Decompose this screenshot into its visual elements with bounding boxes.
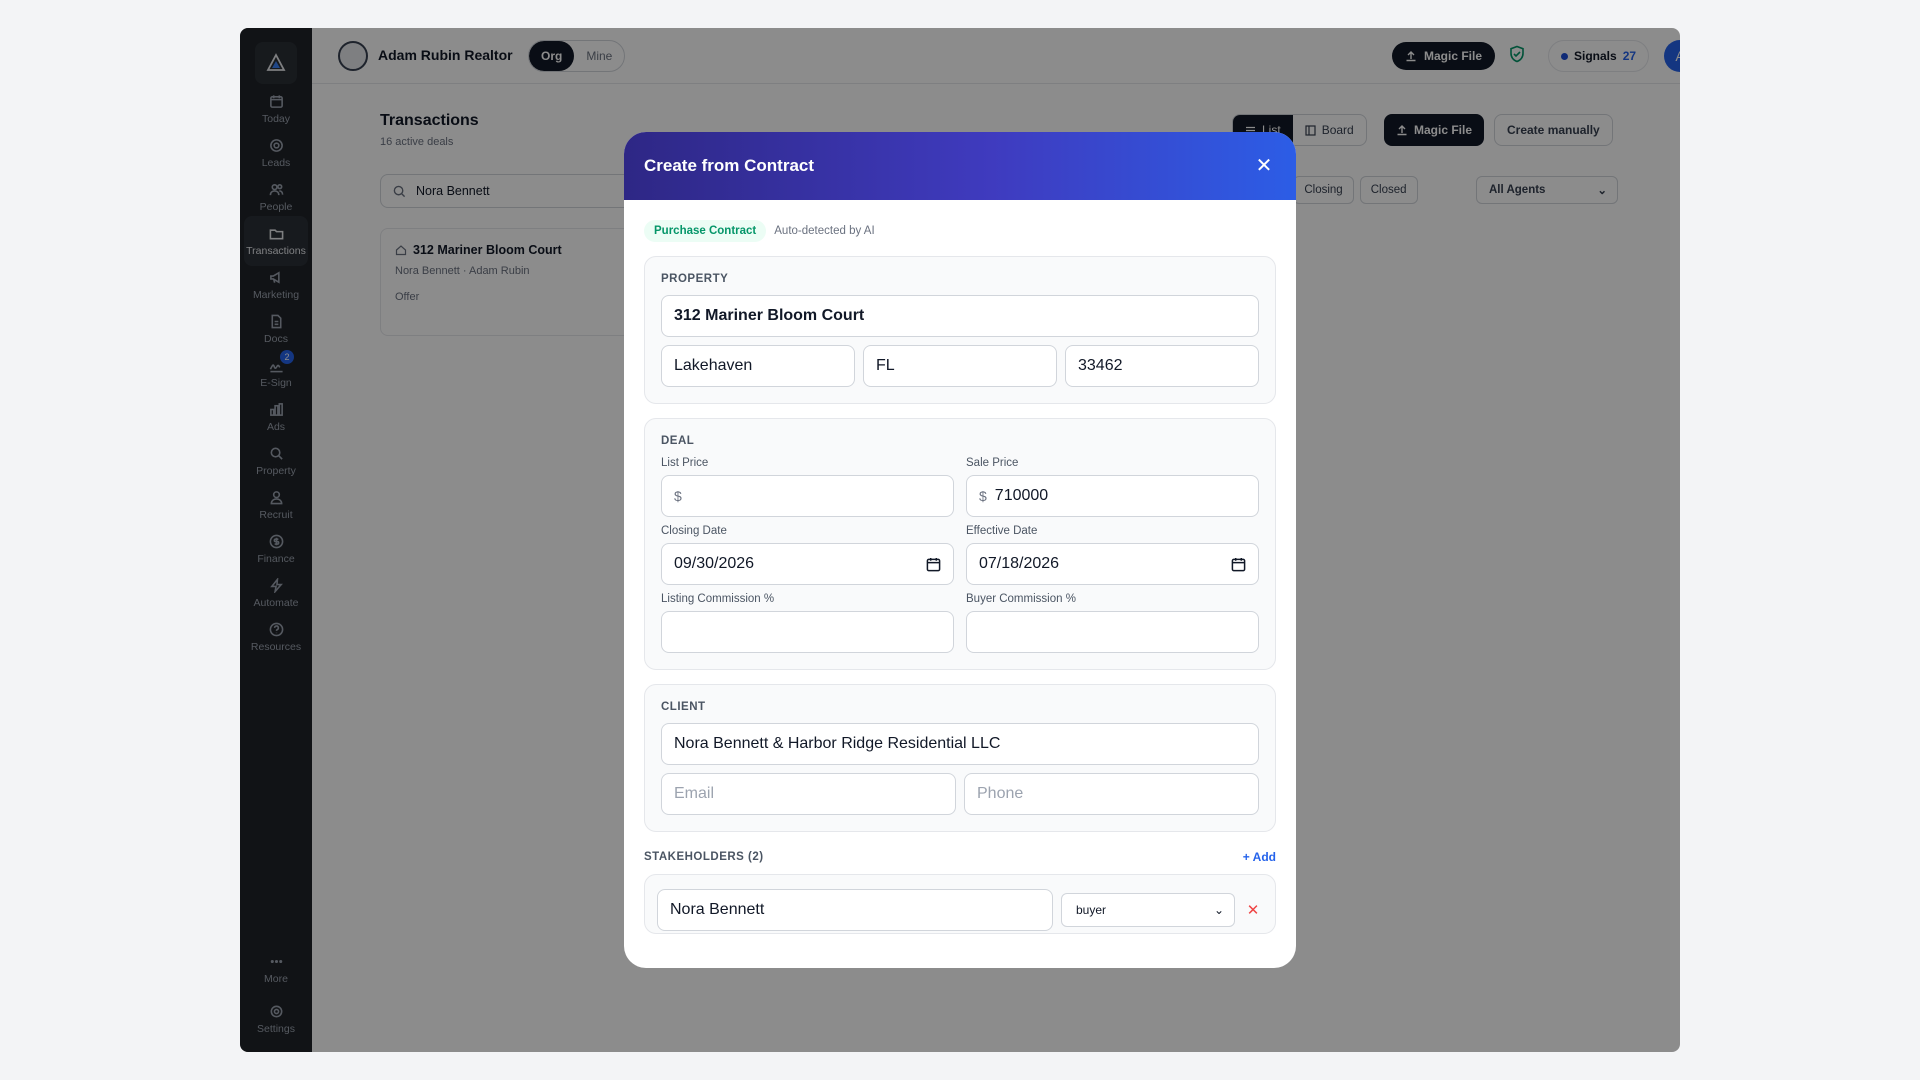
modal-header: Create from Contract ✕ — [624, 132, 1296, 200]
stakeholder-role-select[interactable]: buyer ⌄ — [1061, 893, 1235, 927]
property-section: PROPERTY 312 Mariner Bloom Court Lakehav… — [644, 256, 1276, 404]
currency-symbol: $ — [979, 488, 987, 504]
currency-symbol: $ — [674, 488, 682, 504]
client-contact-row: Email Phone — [661, 773, 1259, 815]
address-field[interactable]: 312 Mariner Bloom Court — [661, 295, 1259, 337]
list-price-field[interactable]: $ — [661, 475, 954, 517]
calendar-icon[interactable] — [1231, 557, 1246, 572]
buyer-commission-label: Buyer Commission % — [966, 593, 1076, 605]
create-from-contract-modal: Create from Contract ✕ Purchase Contract… — [624, 132, 1296, 968]
city-field[interactable]: Lakehaven — [661, 345, 855, 387]
list-price-label: List Price — [661, 457, 709, 469]
app-window: Today Leads People Transactions Marketin… — [240, 28, 1680, 1052]
client-heading: CLIENT — [661, 701, 706, 713]
doc-type-badge: Purchase Contract — [644, 220, 767, 242]
zip-field[interactable]: 33462 — [1065, 345, 1259, 387]
effective-date-value: 07/18/2026 — [979, 555, 1060, 572]
stakeholder-row: Nora Bennett buyer ⌄ ✕ — [644, 874, 1276, 934]
closing-date-label: Closing Date — [661, 525, 727, 537]
detect-note: Auto-detected by AI — [774, 225, 875, 237]
sale-price-label: Sale Price — [966, 457, 1019, 469]
chevron-down-icon: ⌄ — [1213, 903, 1224, 917]
modal-title: Create from Contract — [644, 156, 815, 175]
client-section: CLIENT Nora Bennett & Harbor Ridge Resid… — [644, 684, 1276, 832]
sale-price-value: 710000 — [994, 487, 1049, 504]
stakeholders-heading: STAKEHOLDERS (2) — [644, 851, 764, 863]
add-stakeholder-button[interactable]: + Add — [1243, 850, 1276, 864]
stakeholders-header: STAKEHOLDERS (2) + Add — [644, 850, 1276, 864]
effective-date-label: Effective Date — [966, 525, 1038, 537]
listing-commission-label: Listing Commission % — [661, 593, 775, 605]
calendar-icon[interactable] — [926, 557, 941, 572]
close-icon[interactable]: ✕ — [1252, 154, 1276, 178]
listing-commission-field[interactable] — [661, 611, 954, 653]
buyer-commission-field[interactable] — [966, 611, 1259, 653]
client-name-field[interactable]: Nora Bennett & Harbor Ridge Residential … — [661, 723, 1259, 765]
property-heading: PROPERTY — [661, 273, 729, 285]
effective-date-field[interactable]: 07/18/2026 — [966, 543, 1259, 585]
deal-section: DEAL List Price $ Sale Price $ 710000 Cl… — [644, 418, 1276, 670]
city-state-zip-row: Lakehaven FL 33462 — [661, 345, 1259, 387]
closing-date-field[interactable]: 09/30/2026 — [661, 543, 954, 585]
stakeholder-role-value: buyer — [1076, 903, 1107, 917]
state-field[interactable]: FL — [863, 345, 1057, 387]
email-field[interactable]: Email — [661, 773, 956, 815]
sale-price-field[interactable]: $ 710000 — [966, 475, 1259, 517]
doc-type-row: Purchase Contract Auto-detected by AI — [644, 220, 1276, 242]
remove-stakeholder-icon[interactable]: ✕ — [1243, 901, 1263, 919]
phone-field[interactable]: Phone — [964, 773, 1259, 815]
deal-heading: DEAL — [661, 435, 695, 447]
stakeholder-name-field[interactable]: Nora Bennett — [657, 889, 1053, 931]
closing-date-value: 09/30/2026 — [674, 555, 755, 572]
deal-grid: List Price $ Sale Price $ 710000 Closing… — [661, 457, 1259, 653]
modal-body[interactable]: Purchase Contract Auto-detected by AI PR… — [624, 220, 1296, 934]
